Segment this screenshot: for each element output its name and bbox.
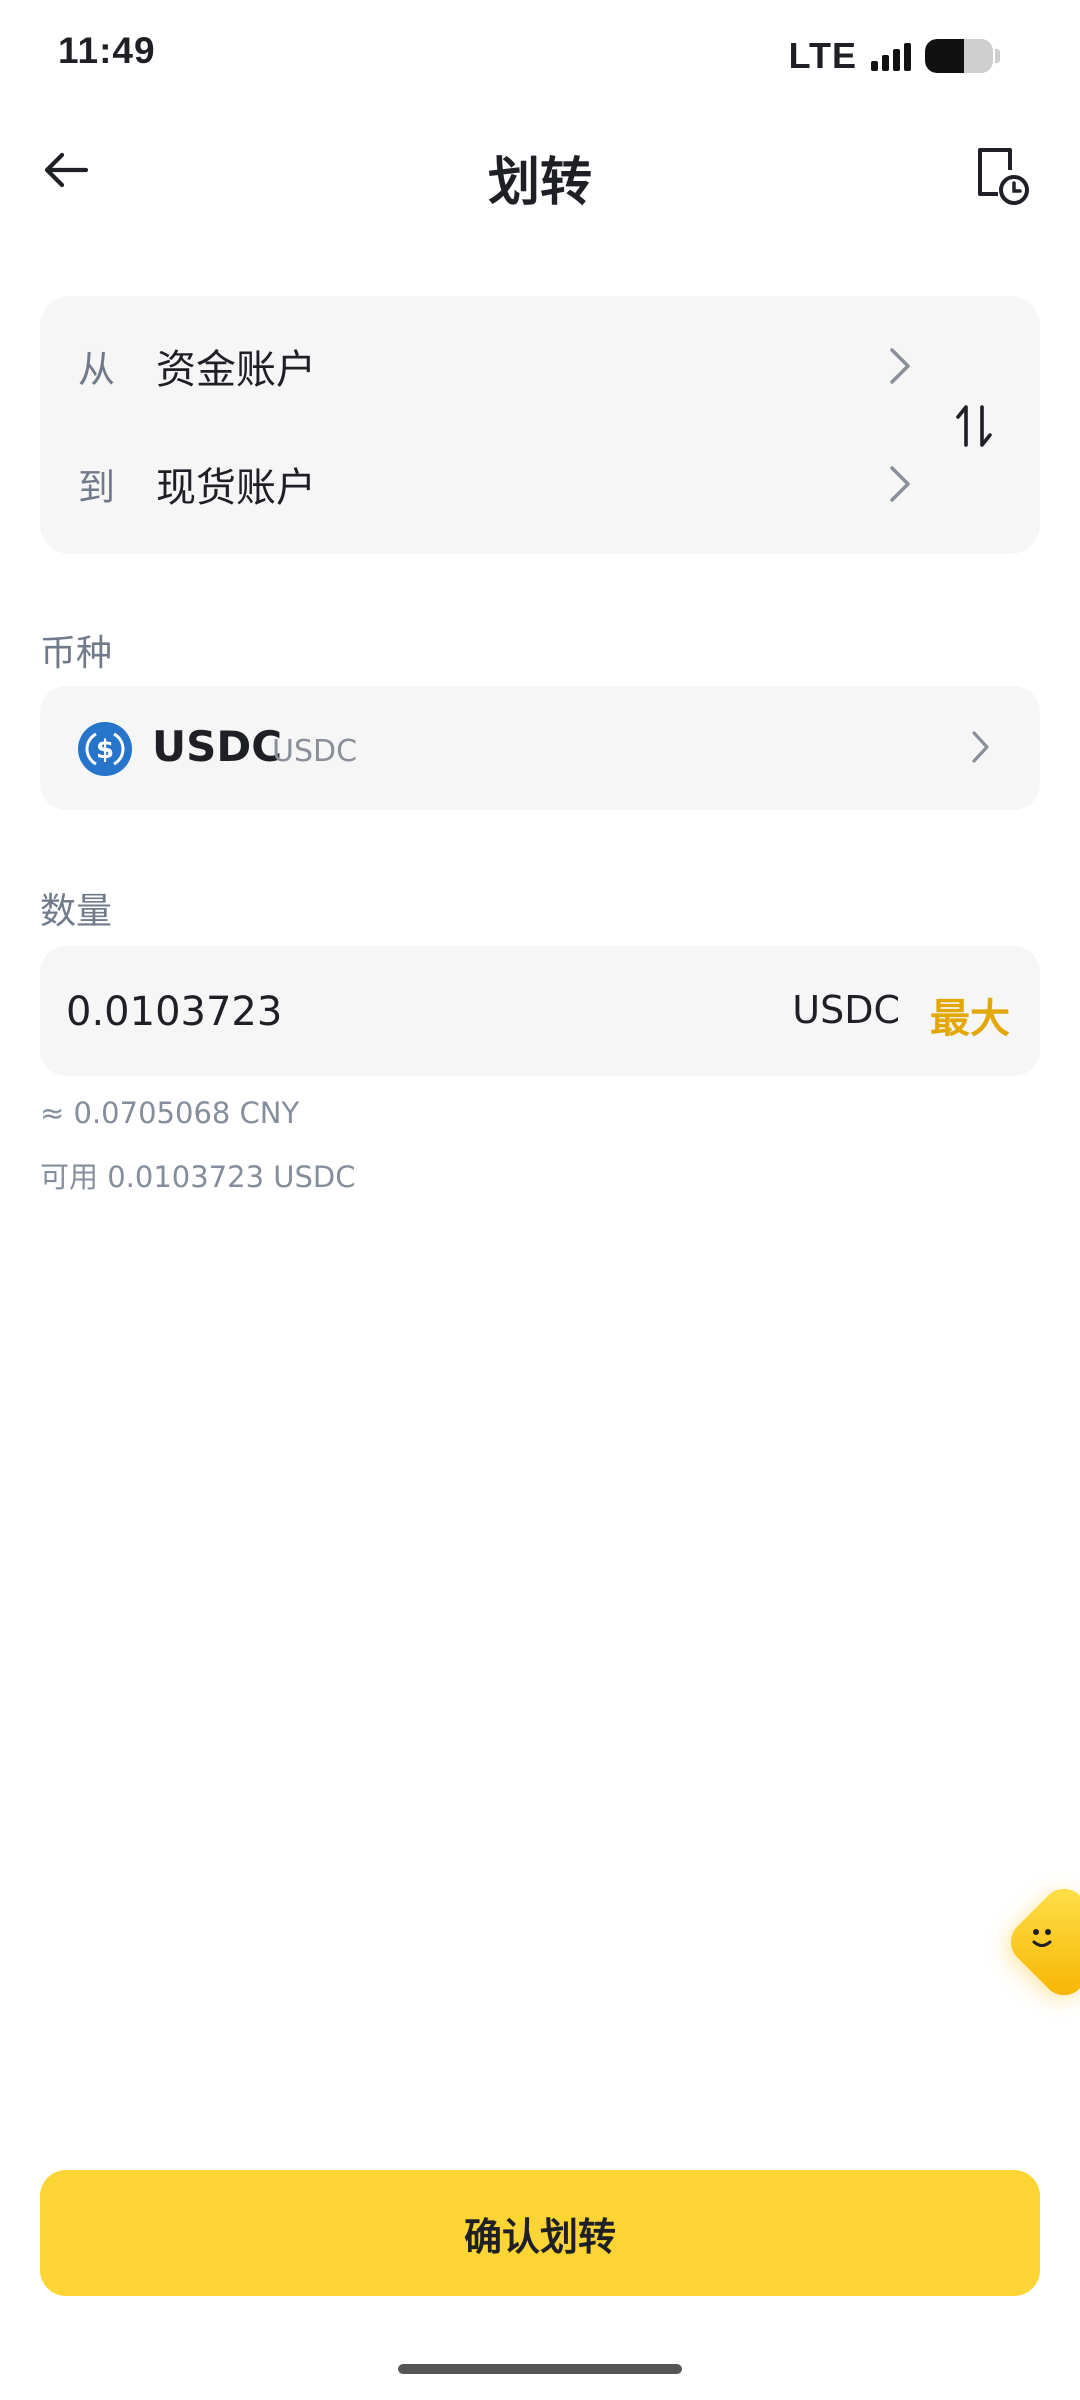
amount-unit: USDC xyxy=(792,988,900,1032)
transfer-history-button[interactable] xyxy=(974,144,1034,208)
available-label: 可用 xyxy=(40,1160,99,1194)
max-button[interactable]: 最大 xyxy=(930,986,1010,1044)
transfer-history-icon xyxy=(978,148,1029,205)
amount-field-container: USDC 最大 xyxy=(40,946,1040,1076)
amount-input[interactable] xyxy=(64,978,668,1046)
smiley-face-icon xyxy=(1032,1929,1052,1947)
network-type: LTE xyxy=(788,35,857,76)
coin-section-label: 币种 xyxy=(40,633,113,674)
swap-accounts-button[interactable] xyxy=(944,396,1004,456)
coin-selector[interactable]: $ USDC USDC xyxy=(40,686,1040,810)
amount-section-label: 数量 xyxy=(40,891,113,932)
to-account-name: 现货账户 xyxy=(156,465,316,511)
from-label: 从 xyxy=(78,348,115,391)
from-account-selector[interactable]: 从 资金账户 xyxy=(40,326,920,406)
status-time: 11:49 xyxy=(58,30,156,71)
signal-icon xyxy=(871,41,911,71)
coin-name: USDC xyxy=(152,722,283,771)
chevron-right-icon xyxy=(880,346,920,386)
usdc-coin-icon: $ xyxy=(78,722,132,776)
chevron-right-icon xyxy=(880,464,920,504)
from-account-name: 资金账户 xyxy=(156,347,316,393)
cny-equivalent: ≈ 0.0705068 CNY xyxy=(40,1096,300,1130)
status-indicators: LTE xyxy=(789,34,1000,78)
home-indicator[interactable] xyxy=(398,2364,682,2374)
battery-icon xyxy=(925,39,993,73)
svg-text:$: $ xyxy=(96,735,114,765)
available-balance: 可用 0.0103723 USDC xyxy=(40,1154,356,1196)
coin-fullname: USDC xyxy=(272,734,358,769)
to-label: 到 xyxy=(78,466,115,509)
to-account-selector[interactable]: 到 现货账户 xyxy=(40,444,920,524)
swap-vertical-icon xyxy=(956,405,992,447)
page-title: 划转 xyxy=(487,153,592,213)
chevron-right-icon xyxy=(970,728,1010,768)
available-value: 0.0103723 USDC xyxy=(107,1160,356,1194)
account-selector-card: 从 资金账户 到 现货账户 xyxy=(40,296,1040,554)
confirm-transfer-button[interactable]: 确认划转 xyxy=(40,2170,1040,2296)
